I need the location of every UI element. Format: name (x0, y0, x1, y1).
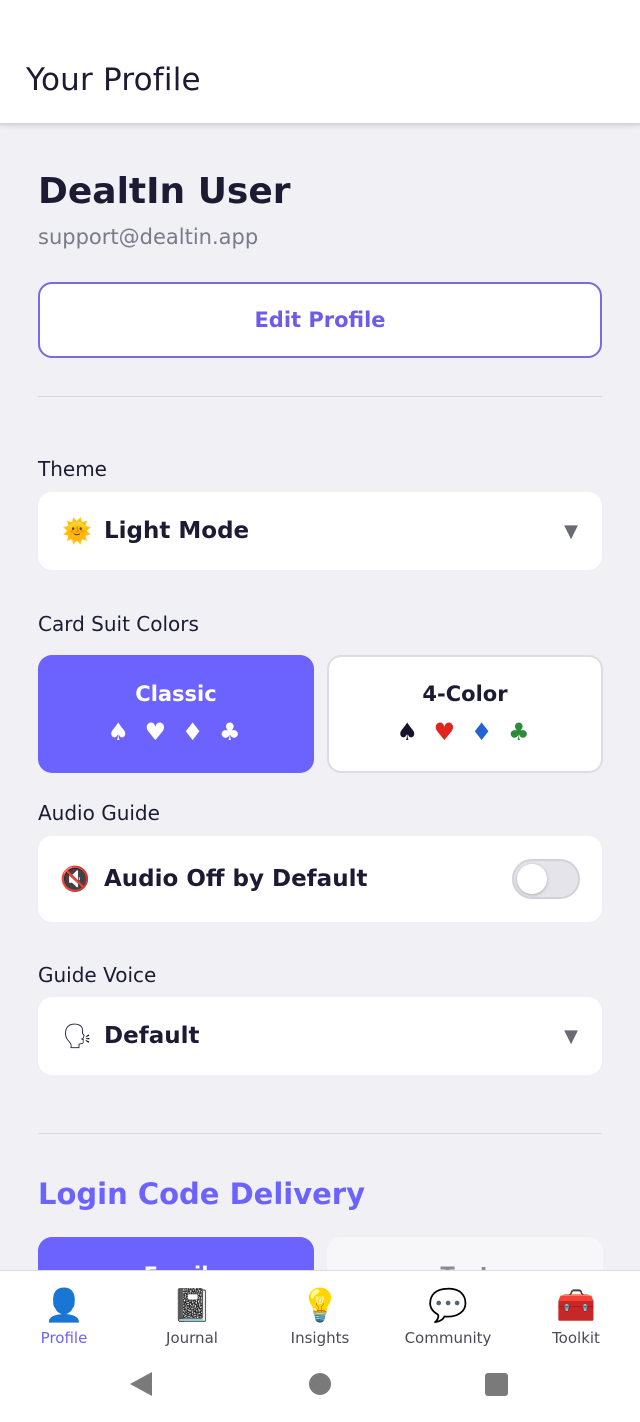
delivery-option-text[interactable]: Text (327, 1237, 603, 1270)
delivery-option-email[interactable]: Email (38, 1237, 314, 1270)
tab-community[interactable]: 💬 Community (384, 1271, 512, 1362)
toolbox-icon: 🧰 (556, 1286, 596, 1324)
tab-label: Insights (290, 1329, 350, 1347)
guide-voice-label: Guide Voice (38, 963, 157, 987)
card-suit-colors-label: Card Suit Colors (38, 612, 199, 636)
audio-guide-value: Audio Off by Default (104, 866, 368, 892)
lightbulb-icon: 💡 (300, 1286, 340, 1324)
suit-option-title: Classic (135, 682, 217, 706)
speaking-head-icon: 🗣 (62, 1022, 93, 1050)
theme-label: Theme (38, 457, 107, 481)
recent-apps-icon[interactable] (485, 1373, 508, 1396)
suit-option-classic[interactable]: Classic ♠ ♥ ♦ ♣ (38, 655, 314, 773)
heart-icon: ♥ (433, 718, 460, 746)
theme-value: Light Mode (104, 518, 250, 544)
user-name: DealtIn User (38, 171, 291, 212)
tab-label: Toolkit (552, 1329, 600, 1347)
tab-label: Community (404, 1329, 492, 1347)
tab-toolkit[interactable]: 🧰 Toolkit (512, 1271, 640, 1362)
profile-content[interactable]: DealtIn User support@dealtin.app Edit Pr… (0, 127, 640, 1270)
club-icon: ♣ (507, 718, 534, 746)
suit-symbols: ♠ ♥ ♦ ♣ (108, 718, 245, 746)
audio-guide-row: 🔇 Audio Off by Default (38, 836, 602, 922)
bottom-tab-bar: 👤 Profile 📓 Journal 💡 Insights 💬 Communi… (0, 1270, 640, 1362)
journal-icon: 📓 (172, 1286, 212, 1324)
toggle-knob (517, 864, 547, 894)
tab-label: Profile (40, 1329, 88, 1347)
diamond-icon: ♦ (470, 718, 497, 746)
audio-toggle[interactable] (512, 859, 580, 899)
system-navigation-bar (0, 1362, 640, 1422)
audio-guide-label: Audio Guide (38, 801, 160, 825)
guide-voice-select[interactable]: 🗣 Default ▼ (38, 997, 602, 1075)
chevron-down-icon: ▼ (564, 520, 578, 542)
heart-icon: ♥ (144, 718, 171, 746)
page-title: Your Profile (26, 62, 201, 98)
back-icon[interactable] (130, 1372, 152, 1396)
muted-speaker-icon: 🔇 (60, 865, 90, 893)
suit-option-title: 4-Color (422, 682, 508, 706)
diamond-icon: ♦ (181, 718, 208, 746)
speech-bubble-icon: 💬 (428, 1286, 468, 1324)
tab-insights[interactable]: 💡 Insights (256, 1271, 384, 1362)
tab-profile[interactable]: 👤 Profile (0, 1271, 128, 1362)
edit-profile-button[interactable]: Edit Profile (38, 282, 602, 358)
spade-icon: ♠ (107, 718, 134, 746)
suit-symbols: ♠ ♥ ♦ ♣ (397, 718, 534, 746)
user-email: support@dealtin.app (38, 225, 259, 249)
theme-select[interactable]: 🌞 Light Mode ▼ (38, 492, 602, 570)
suit-option-four-color[interactable]: 4-Color ♠ ♥ ♦ ♣ (327, 655, 603, 773)
spade-icon: ♠ (396, 718, 423, 746)
section-divider (38, 1133, 602, 1134)
home-icon[interactable] (309, 1373, 331, 1395)
tab-journal[interactable]: 📓 Journal (128, 1271, 256, 1362)
profile-icon: 👤 (44, 1286, 84, 1324)
tab-label: Journal (166, 1329, 218, 1347)
guide-voice-value: Default (104, 1023, 200, 1049)
section-divider (38, 396, 602, 397)
chevron-down-icon: ▼ (564, 1025, 578, 1047)
sun-icon: 🌞 (62, 517, 92, 545)
club-icon: ♣ (218, 718, 245, 746)
app-header: Your Profile (0, 0, 640, 125)
login-code-delivery-title: Login Code Delivery (38, 1177, 365, 1211)
